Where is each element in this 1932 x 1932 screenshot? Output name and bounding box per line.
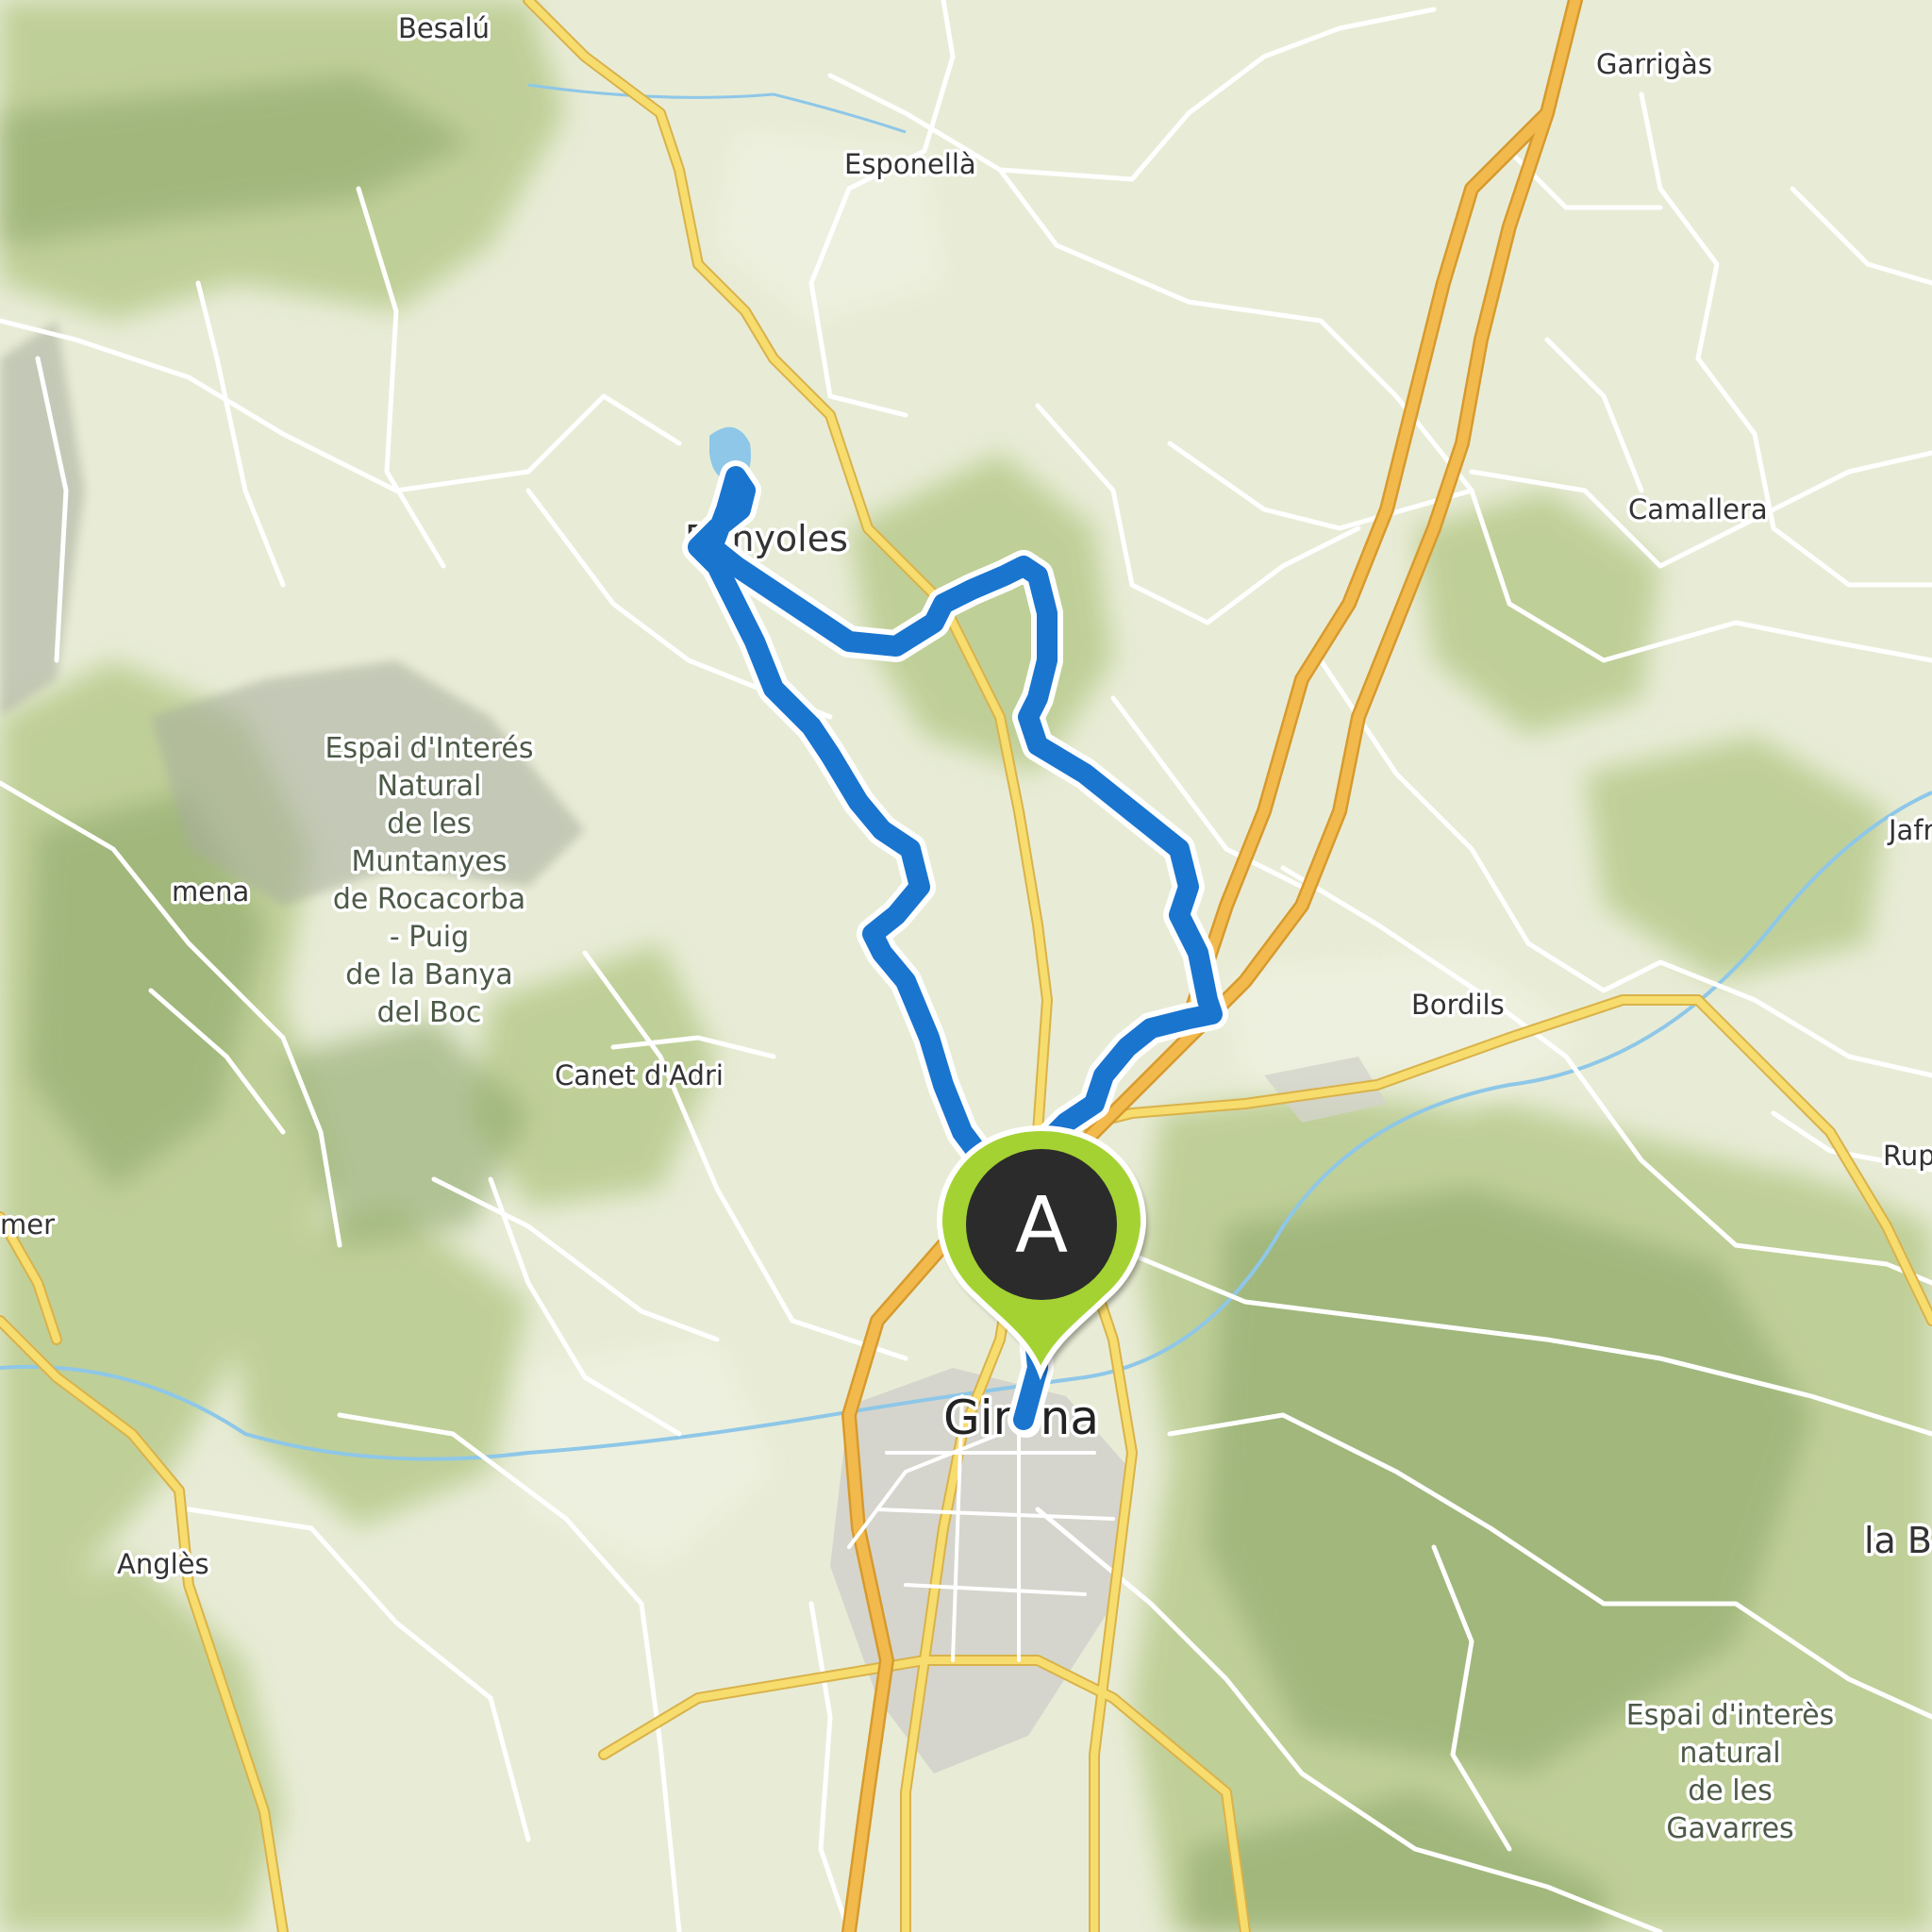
area-rocacorba-line-3: de les bbox=[387, 808, 471, 841]
area-rocacorba-line-8: del Boc bbox=[377, 996, 482, 1029]
area-gavarres-line-4: Gavarres bbox=[1666, 1812, 1793, 1845]
label-labisbal: la B bbox=[1864, 1520, 1932, 1561]
area-gavarres-line-3: de les bbox=[1688, 1774, 1772, 1807]
label-garrigas: Garrigàs bbox=[1596, 48, 1712, 80]
label-esponella: Esponellà bbox=[844, 148, 976, 180]
label-amer: mer bbox=[0, 1208, 55, 1241]
map-view[interactable]: Besalú Garrigàs Esponellà Banyoles Camal… bbox=[0, 0, 1932, 1932]
label-bordils: Bordils bbox=[1411, 989, 1505, 1021]
area-rocacorba-line-4: Muntanyes bbox=[352, 845, 508, 878]
area-rocacorba-line-6: - Puig bbox=[390, 921, 469, 954]
area-rocacorba-line-1: Espai d'Interés bbox=[325, 732, 533, 765]
area-rocacorba-line-5: de Rocacorba bbox=[333, 883, 525, 916]
area-gavarres-line-2: natural bbox=[1679, 1737, 1780, 1770]
label-canet: Canet d'Adri bbox=[555, 1059, 724, 1091]
area-rocacorba-line-7: de la Banya bbox=[345, 958, 512, 991]
label-besalu: Besalú bbox=[398, 12, 490, 44]
map-canvas[interactable]: Besalú Garrigàs Esponellà Banyoles Camal… bbox=[0, 0, 1932, 1932]
marker-label: A bbox=[1015, 1181, 1068, 1271]
area-rocacorba-line-2: Natural bbox=[377, 770, 482, 803]
label-camallera: Camallera bbox=[1628, 493, 1768, 525]
label-amena: mena bbox=[172, 875, 249, 908]
label-jafre: Jafr bbox=[1887, 814, 1932, 846]
area-gavarres-line-1: Espai d'interès bbox=[1626, 1699, 1835, 1732]
label-rupia: Rup bbox=[1883, 1140, 1932, 1172]
label-angles: Anglès bbox=[117, 1548, 209, 1580]
